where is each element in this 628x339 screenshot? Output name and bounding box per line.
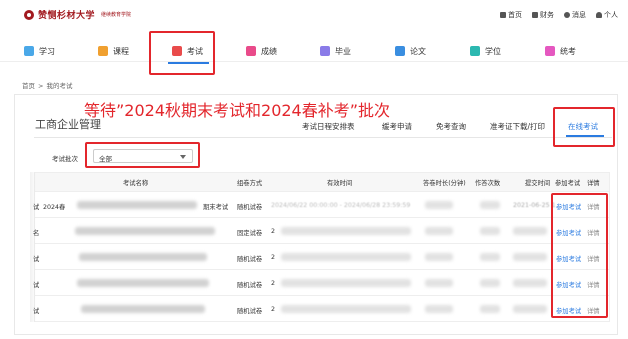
nav-item-paper[interactable]: 论文: [395, 42, 426, 60]
nav-item-degree[interactable]: 学位: [470, 42, 501, 60]
col-valid-time: 有效时间: [327, 180, 353, 187]
paper-method: 随机试卷: [237, 308, 263, 315]
top-bar: 赞恻杉材大学 继续教育学院 首页 财务 消息 个人: [0, 0, 628, 32]
page-title: 工商企业管理: [35, 118, 101, 131]
redacted-submit-time: [513, 253, 547, 261]
user-icon: [596, 12, 602, 18]
col-duration: 答卷时长(分钟): [423, 180, 466, 187]
valid-time: 2: [271, 306, 276, 313]
paper-method: 固定试卷: [237, 230, 263, 237]
table-header: 考试名称 组卷方式 有效时间 答卷时长(分钟) 作答次数 提交时间 参加考试 详…: [35, 173, 609, 191]
top-link-messages[interactable]: 消息: [564, 10, 586, 20]
school-subtitle: 继续教育学院: [101, 12, 132, 18]
redacted-attempts: [480, 201, 500, 209]
tab-admission-ticket[interactable]: 准考证下载/打印: [490, 121, 545, 132]
nav-item-study[interactable]: 学习: [24, 42, 55, 60]
redacted-exam-name: [81, 305, 205, 313]
annotation-text: 等待”2024秋期末考试和2024春补考”批次: [84, 101, 391, 120]
col-attempts: 作答次数: [475, 180, 501, 187]
paper-method: 随机试卷: [237, 204, 263, 211]
nav-item-graduate[interactable]: 毕业: [320, 42, 351, 60]
valid-time: 2024/06/22 00:00:00 - 2024/06/28 23:59:5…: [271, 202, 411, 209]
redacted-attempts: [480, 305, 500, 313]
tab-exam-schedule[interactable]: 考试日程安排表: [302, 121, 355, 132]
redacted-exam-name: [77, 201, 197, 209]
redacted-attempts: [480, 253, 500, 261]
school-logo[interactable]: 赞恻杉材大学 继续教育学院: [24, 8, 131, 21]
wallet-icon: [532, 12, 538, 18]
redacted-duration: [425, 279, 453, 287]
school-name: 赞恻杉材大学: [38, 11, 96, 21]
redacted-valid-time: [281, 253, 411, 261]
redacted-duration: [425, 227, 453, 235]
valid-time: 2: [271, 254, 276, 261]
filter-label: 考试批次: [52, 155, 78, 163]
table-row: 试 随机试卷 2 参加考试 详情: [33, 269, 609, 295]
table-scroll-shadow: [30, 172, 36, 322]
tab-exemption-query[interactable]: 免考查询: [436, 121, 466, 132]
degree-icon: [470, 46, 480, 56]
top-link-profile[interactable]: 个人: [596, 10, 618, 20]
tab-deferred-exam[interactable]: 缓考申请: [382, 121, 412, 132]
graduate-icon: [320, 46, 330, 56]
redacted-submit-time: [513, 305, 547, 313]
redacted-valid-time: [281, 227, 411, 235]
exam-name-start: 2024春: [43, 204, 66, 211]
table-row: 试 随机试卷 2 参加考试 详情: [33, 295, 609, 321]
paper-icon: [395, 46, 405, 56]
breadcrumb-separator: >: [38, 82, 44, 90]
submit-time: 2021-06-25 1: [513, 202, 556, 209]
redacted-exam-name: [75, 227, 215, 235]
paper-method: 随机试卷: [237, 256, 263, 263]
valid-time: 2: [271, 280, 276, 287]
breadcrumb-current: 我的考试: [46, 82, 73, 90]
col-take-exam: 参加考试: [555, 180, 581, 187]
batch-select-highlight-box: [85, 142, 200, 168]
col-exam-name: 考试名称: [123, 180, 149, 187]
exam-name-end: 期末考试: [203, 204, 229, 211]
redacted-submit-time: [513, 227, 547, 235]
paper-method: 随机试卷: [237, 282, 263, 289]
redacted-valid-time: [281, 305, 411, 313]
valid-time: 2: [271, 228, 276, 235]
tabs-divider: [34, 137, 612, 138]
exam-table: 考试名称 组卷方式 有效时间 答卷时长(分钟) 作答次数 提交时间 参加考试 详…: [33, 172, 610, 322]
col-detail: 详情: [587, 180, 600, 187]
redacted-attempts: [480, 227, 500, 235]
main-nav: 学习 课程 考试 成绩 毕业 论文 学位 统考: [0, 36, 628, 64]
top-links: 首页 财务 消息 个人: [500, 10, 618, 20]
take-exam-highlight-box: [551, 193, 608, 318]
bell-icon: [564, 12, 570, 18]
redacted-exam-name: [79, 253, 207, 261]
table-row: 试 2024春 期末考试 随机试卷 2024/06/22 00:00:00 - …: [33, 191, 609, 217]
col-paper-method: 组卷方式: [237, 180, 263, 187]
top-link-finance[interactable]: 财务: [532, 10, 554, 20]
top-link-home[interactable]: 首页: [500, 10, 522, 20]
redacted-submit-time: [513, 279, 547, 287]
nav-item-grade[interactable]: 成绩: [246, 42, 277, 60]
col-submit-time: 提交时间: [525, 180, 551, 187]
study-icon: [24, 46, 34, 56]
school-emblem-icon: [24, 9, 34, 20]
online-exam-highlight-box: [553, 107, 615, 147]
breadcrumb: 首页 > 我的考试: [22, 80, 72, 90]
exam-nav-highlight-box: [149, 31, 215, 75]
redacted-duration: [425, 305, 453, 313]
nav-item-unified-exam[interactable]: 统考: [545, 42, 576, 60]
home-icon: [500, 12, 506, 18]
table-row: 名 固定试卷 2 参加考试 详情: [33, 217, 609, 243]
table-row: 试 随机试卷 2 参加考试 详情: [33, 243, 609, 269]
redacted-duration: [425, 201, 453, 209]
redacted-duration: [425, 253, 453, 261]
redacted-exam-name: [77, 279, 209, 287]
grade-icon: [246, 46, 256, 56]
unified-exam-icon: [545, 46, 555, 56]
course-icon: [98, 46, 108, 56]
breadcrumb-home[interactable]: 首页: [22, 82, 35, 90]
redacted-valid-time: [281, 279, 411, 287]
nav-item-course[interactable]: 课程: [98, 42, 129, 60]
redacted-attempts: [480, 279, 500, 287]
